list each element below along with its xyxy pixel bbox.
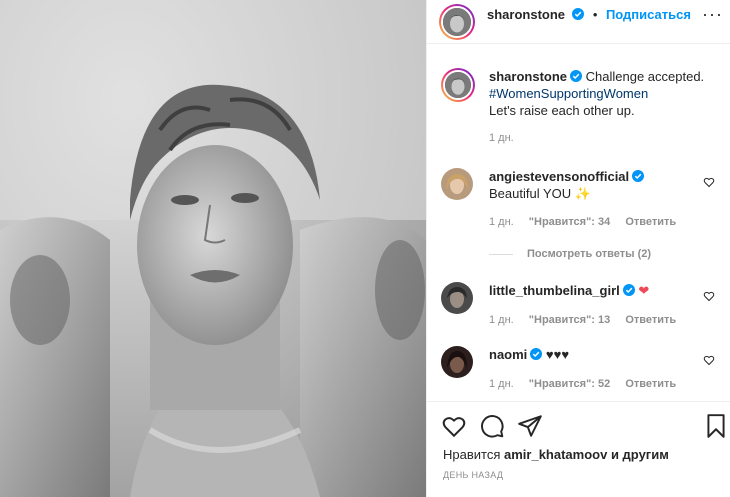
comment-text: angiestevensonofficial Beautiful YOU ✨ bbox=[489, 168, 709, 202]
comment-avatar[interactable] bbox=[441, 282, 473, 314]
comment-time[interactable]: 1 дн. bbox=[489, 378, 514, 390]
caption-avatar-image bbox=[445, 72, 471, 98]
comments-list[interactable]: sharonstone Challenge accepted. #WomenSu… bbox=[427, 44, 730, 400]
verified-badge-icon bbox=[572, 8, 585, 20]
comment-meta: 1 дн. "Нравится": 13 Ответить bbox=[489, 314, 688, 326]
reply-button[interactable]: Ответить bbox=[625, 314, 676, 326]
view-replies-divider bbox=[489, 253, 513, 255]
post-photo-graphic bbox=[0, 0, 426, 497]
verified-badge-icon bbox=[570, 70, 583, 82]
heart-icon[interactable] bbox=[441, 413, 467, 439]
comment-icon[interactable] bbox=[479, 413, 505, 439]
caption-text: sharonstone Challenge accepted. #WomenSu… bbox=[489, 68, 709, 119]
caption-time[interactable]: 1 дн. bbox=[489, 132, 514, 144]
comment-meta: 1 дн. "Нравится": 34 Ответить bbox=[489, 216, 688, 228]
caption-line-1: Challenge accepted. bbox=[585, 69, 705, 84]
verified-badge-icon bbox=[632, 170, 645, 182]
comment-avatar[interactable] bbox=[441, 346, 473, 378]
likes-prefix: Нравится bbox=[443, 447, 501, 462]
comment-text: naomi ♥♥♥ bbox=[489, 346, 709, 363]
red-heart-emoji-icon: ❤ bbox=[638, 283, 650, 298]
share-icon[interactable] bbox=[517, 413, 543, 439]
header-text: sharonstone • Подписаться bbox=[487, 6, 691, 24]
comment-likes-count[interactable]: "Нравится": 13 bbox=[529, 314, 610, 326]
comment-like-heart-icon[interactable] bbox=[703, 290, 715, 302]
comment-meta: 1 дн. "Нравится": 52 Ответить bbox=[489, 378, 688, 390]
comment-username[interactable]: angiestevensonofficial bbox=[489, 169, 629, 184]
comment-time[interactable]: 1 дн. bbox=[489, 216, 514, 228]
likes-others[interactable]: и другим bbox=[611, 447, 669, 462]
author-username[interactable]: sharonstone bbox=[487, 7, 565, 22]
caption-line-3: Let's raise each other up. bbox=[489, 103, 635, 118]
comment-time[interactable]: 1 дн. bbox=[489, 314, 514, 326]
comment-avatar[interactable] bbox=[441, 168, 473, 200]
comment-username[interactable]: naomi bbox=[489, 347, 527, 362]
caption-meta: 1 дн. bbox=[489, 132, 526, 144]
header-separator: • bbox=[592, 7, 598, 22]
caption-hashtag[interactable]: #WomenSupportingWomen bbox=[489, 86, 648, 101]
comment-like-heart-icon[interactable] bbox=[703, 354, 715, 366]
comment-avatar-image bbox=[441, 168, 473, 200]
post-date[interactable]: ДЕНЬ НАЗАД bbox=[443, 470, 503, 480]
comment-like-heart-icon[interactable] bbox=[703, 176, 715, 188]
more-options-icon[interactable]: ··· bbox=[702, 4, 723, 25]
author-avatar-image bbox=[443, 8, 471, 36]
view-replies-label: Посмотреть ответы (2) bbox=[527, 248, 652, 260]
verified-badge-icon bbox=[530, 348, 543, 360]
sparkles-icon: ✨ bbox=[574, 186, 591, 201]
follow-button[interactable]: Подписаться bbox=[606, 7, 691, 22]
verified-badge-icon bbox=[622, 284, 635, 296]
post-photo[interactable] bbox=[0, 0, 426, 497]
comment-username[interactable]: little_thumbelina_girl bbox=[489, 283, 620, 298]
comment-body: ♥♥♥ bbox=[545, 347, 570, 362]
comment-body: Beautiful YOU bbox=[489, 186, 572, 201]
comment-text: little_thumbelina_girl ❤ bbox=[489, 282, 709, 299]
reply-button[interactable]: Ответить bbox=[625, 378, 676, 390]
author-avatar[interactable] bbox=[439, 4, 475, 40]
comment-likes-count[interactable]: "Нравится": 52 bbox=[529, 378, 610, 390]
post-side-panel: sharonstone • Подписаться ··· sharonston… bbox=[426, 0, 730, 497]
comment-likes-count[interactable]: "Нравится": 34 bbox=[529, 216, 610, 228]
comment-avatar-image bbox=[441, 282, 473, 314]
bookmark-icon[interactable] bbox=[703, 413, 729, 439]
caption-avatar[interactable] bbox=[441, 68, 475, 102]
caption-username[interactable]: sharonstone bbox=[489, 69, 567, 84]
likes-summary: Нравится amir_khatamoov и другим bbox=[443, 447, 669, 462]
comment-avatar-image bbox=[441, 346, 473, 378]
likes-user[interactable]: amir_khatamoov bbox=[504, 447, 607, 462]
post-header: sharonstone • Подписаться ··· bbox=[427, 0, 730, 44]
post-actions: Нравится amir_khatamoov и другим ДЕНЬ НА… bbox=[427, 401, 730, 497]
reply-button[interactable]: Ответить bbox=[625, 216, 676, 228]
view-replies-button[interactable]: Посмотреть ответы (2) bbox=[489, 248, 651, 260]
